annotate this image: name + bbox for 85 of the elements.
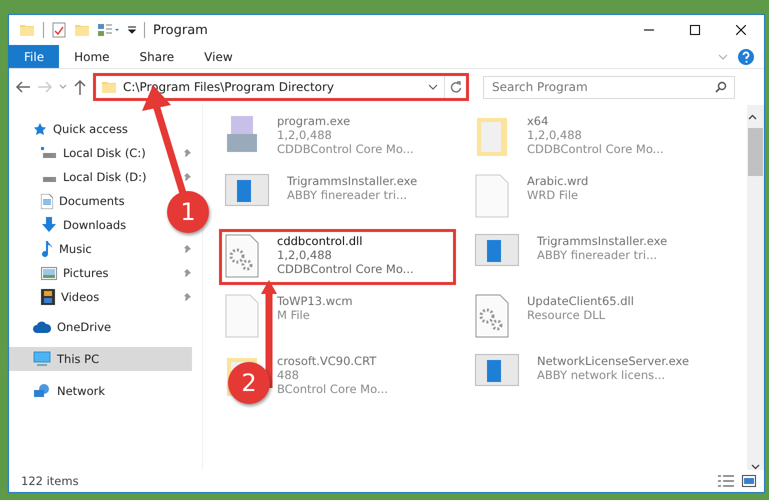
- sidebar-item[interactable]: Videos: [9, 285, 108, 309]
- file-name[interactable]: TrigrammsInstaller.exe: [537, 234, 668, 248]
- folder-icon: [19, 22, 35, 38]
- window-icon: [475, 354, 519, 386]
- window-icon: [225, 174, 269, 206]
- file-detail: BControl Core Mo...: [277, 382, 388, 396]
- gears-document-icon: [225, 234, 259, 278]
- item-count: 122 items: [21, 474, 79, 488]
- file-name[interactable]: crosoft.VC90.CRT: [277, 354, 388, 368]
- customize-toolbar-icon[interactable]: [128, 26, 136, 34]
- folder-icon: [101, 79, 117, 95]
- file-detail: 1,2,0,488: [527, 128, 583, 142]
- star-icon: [33, 122, 47, 136]
- drive-icon: [41, 147, 57, 159]
- ribbon-tab[interactable]: Home: [59, 45, 125, 68]
- file-name[interactable]: program.exe: [277, 114, 414, 128]
- file-detail: ABBY finereader tri...: [537, 248, 658, 262]
- file-detail: CDDBControl Core Mo...: [277, 142, 414, 156]
- file-name[interactable]: UpdateClient65.dll: [527, 294, 634, 308]
- window-icon: [475, 234, 519, 266]
- folder-icon: [74, 22, 90, 38]
- pictures-icon: [41, 266, 57, 280]
- file-detail: M File: [277, 308, 311, 322]
- gears-document-icon: [475, 294, 509, 338]
- download-icon: [41, 217, 57, 233]
- cloud-icon: [33, 321, 51, 333]
- document-icon: [41, 194, 53, 208]
- address-bar[interactable]: C:\Program Files\Program Directory: [93, 73, 469, 101]
- scrollbar[interactable]: [747, 105, 764, 470]
- step-number: 1: [167, 191, 209, 233]
- sidebar-item[interactable]: Local Disk (C:): [9, 141, 154, 165]
- file-name[interactable]: Arabic.wrd: [527, 174, 588, 188]
- sidebar-item[interactable]: Downloads: [9, 213, 134, 237]
- file-detail: WRD File: [527, 188, 580, 202]
- recent-locations-button[interactable]: [59, 84, 67, 90]
- computer-icon: [33, 351, 51, 367]
- film-icon: [41, 289, 55, 305]
- file-detail: Resource DLL: [527, 308, 606, 322]
- chevron-down-icon[interactable]: [428, 84, 438, 90]
- search-field[interactable]: Search Program: [483, 76, 735, 98]
- file-name[interactable]: cddbcontrol.dll: [277, 234, 414, 248]
- installer-icon: [225, 114, 259, 154]
- file-name[interactable]: TrigrammsInstaller.exe: [287, 174, 418, 188]
- document-icon: [475, 174, 509, 218]
- view-options-icon[interactable]: [98, 23, 120, 37]
- file-detail: ABBY network licens...: [537, 368, 666, 382]
- sidebar-item[interactable]: Pictures: [9, 261, 117, 285]
- sidebar-item[interactable]: Documents: [9, 189, 133, 213]
- file-detail: ABBY finereader tri...: [287, 188, 408, 202]
- file-menu-button[interactable]: File: [9, 45, 60, 68]
- scrollbar-thumb[interactable]: [748, 128, 763, 176]
- properties-icon[interactable]: [52, 22, 66, 38]
- details-view-icon[interactable]: [718, 475, 734, 487]
- file-name[interactable]: NetworkLicenseServer.exe: [537, 354, 690, 368]
- help-icon[interactable]: [738, 48, 754, 64]
- back-button[interactable]: [15, 80, 31, 94]
- file-item[interactable]: cddbcontrol.dll 1,2,0,488 CDDBControl Core Mo...: [219, 229, 456, 285]
- document-icon: [225, 294, 259, 338]
- scroll-up-icon[interactable]: [748, 114, 757, 120]
- sidebar-item[interactable]: Network: [9, 379, 114, 403]
- sidebar-item[interactable]: Music: [9, 237, 100, 261]
- close-icon: [736, 25, 746, 35]
- ribbon-tab[interactable]: View: [189, 45, 248, 68]
- file-name[interactable]: x64: [527, 114, 664, 128]
- ribbon-tab[interactable]: Share: [124, 45, 190, 68]
- file-name[interactable]: ToWP13.wcm: [277, 294, 353, 308]
- up-button[interactable]: [73, 79, 87, 95]
- large-icons-view-icon[interactable]: [742, 475, 756, 487]
- search-icon: [715, 80, 727, 92]
- maximize-icon: [690, 25, 700, 35]
- network-icon: [33, 383, 51, 399]
- scroll-down-icon[interactable]: [751, 464, 760, 470]
- file-detail: 488: [277, 368, 300, 382]
- file-detail: 1,2,0,488: [277, 128, 333, 142]
- file-detail: 1,2,0,488: [277, 248, 333, 262]
- file-detail: CDDBControl Core Mo...: [527, 142, 664, 156]
- window-title: Program: [153, 22, 208, 38]
- music-note-icon: [41, 241, 53, 257]
- sidebar-item[interactable]: Local Disk (D:): [9, 165, 155, 189]
- sidebar-item[interactable]: OneDrive: [9, 315, 120, 339]
- step-number: 2: [228, 362, 270, 404]
- sidebar-item[interactable]: This PC: [9, 347, 192, 371]
- file-detail: CDDBControl Core Mo...: [277, 262, 414, 276]
- refresh-icon: [450, 81, 462, 93]
- sidebar-item[interactable]: Quick access: [9, 117, 136, 141]
